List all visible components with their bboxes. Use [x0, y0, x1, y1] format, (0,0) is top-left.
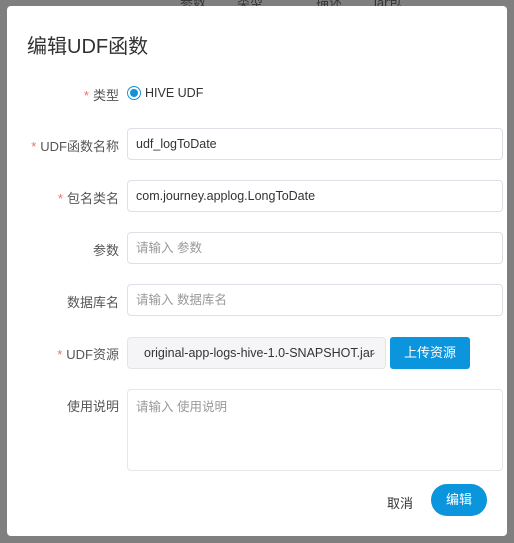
class-name-label: * 包名类名: [57, 191, 119, 206]
resource-label: * UDF资源: [57, 347, 119, 362]
submit-edit-button[interactable]: 编辑: [431, 484, 487, 516]
radio-label: HIVE UDF: [145, 86, 204, 100]
resource-select[interactable]: original-app-logs-hive-1.0-SNAPSHOT.jar ⌄: [127, 337, 386, 369]
udf-name-input[interactable]: udf_logToDate: [127, 128, 503, 160]
args-input[interactable]: 请输入 参数: [127, 232, 503, 264]
dialog-title: 编辑UDF函数: [27, 36, 149, 58]
description-textarea[interactable]: 请输入 使用说明: [127, 389, 503, 471]
database-input[interactable]: 请输入 数据库名: [127, 284, 503, 316]
resource-value: original-app-logs-hive-1.0-SNAPSHOT.jar: [144, 346, 374, 360]
radio-hive-udf[interactable]: HIVE UDF: [127, 86, 203, 100]
upload-resource-button[interactable]: 上传资源: [390, 337, 470, 369]
type-label: * 类型: [83, 88, 119, 103]
args-label: 参数: [92, 243, 119, 258]
udf-name-label: * UDF函数名称: [31, 139, 119, 154]
class-name-input[interactable]: com.journey.applog.LongToDate: [127, 180, 503, 212]
description-label: 使用说明: [66, 399, 119, 414]
chevron-down-icon: ⌄: [368, 347, 377, 358]
database-label: 数据库名: [66, 295, 119, 310]
cancel-button[interactable]: 取消: [387, 493, 413, 512]
radio-checked-icon: [127, 86, 141, 100]
edit-udf-dialog: 编辑UDF函数 * 类型 HIVE UDF * UDF函数名称 udf_logToD…: [7, 6, 507, 536]
